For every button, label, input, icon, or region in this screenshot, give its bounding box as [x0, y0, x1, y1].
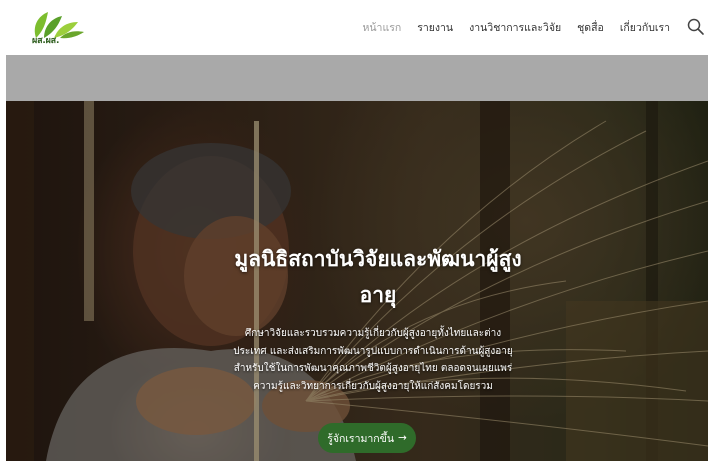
header-divider-band — [6, 55, 708, 101]
site-logo[interactable]: ผส.ผส. — [26, 8, 86, 48]
nav-item-media-kits[interactable]: ชุดสื่อ — [577, 19, 604, 36]
hero-description: ศึกษาวิจัยและรวบรวมความรู้เกี่ยวกับผู้สู… — [196, 325, 550, 395]
main-nav: หน้าแรก รายงาน งานวิชาการและวิจัย ชุดสื่… — [362, 0, 670, 55]
logo-text: ผส.ผส. — [32, 36, 60, 46]
hero-description-line: ประเทศ และส่งเสริมการพัฒนารูปแบบการดำเนิ… — [233, 345, 513, 357]
hero-description-line: ความรู้และวิทยาการเกี่ยวกับผู้สูงอายุให้… — [253, 380, 493, 392]
nav-item-reports[interactable]: รายงาน — [417, 19, 453, 36]
search-icon[interactable] — [686, 17, 706, 37]
learn-more-button[interactable]: รู้จักเรามากขึ้น → — [318, 423, 416, 453]
hero-title-line-2: อายุ — [359, 283, 397, 307]
nav-item-research[interactable]: งานวิชาการและวิจัย — [469, 19, 561, 36]
hero-title-line-1: มูลนิธิสถาบันวิจัยและพัฒนาผู้สูง — [234, 247, 522, 271]
hero-section: มูลนิธิสถาบันวิจัยและพัฒนาผู้สูง อายุ ศึ… — [6, 101, 708, 461]
nav-item-about[interactable]: เกี่ยวกับเรา — [620, 19, 670, 36]
hero-title: มูลนิธิสถาบันวิจัยและพัฒนาผู้สูง อายุ — [178, 241, 578, 313]
arrow-right-icon: → — [398, 432, 407, 444]
hero-description-line: ศึกษาวิจัยและรวบรวมความรู้เกี่ยวกับผู้สู… — [244, 328, 502, 339]
nav-item-home[interactable]: หน้าแรก — [362, 19, 401, 36]
site-header: ผส.ผส. หน้าแรก รายงาน งานวิชาการและวิจัย… — [0, 0, 716, 55]
learn-more-label: รู้จักเรามากขึ้น — [327, 432, 394, 445]
hero-description-line: สำหรับใช้ในการพัฒนาคุณภาพชีวิตผู้สูงอายุ… — [233, 363, 513, 374]
